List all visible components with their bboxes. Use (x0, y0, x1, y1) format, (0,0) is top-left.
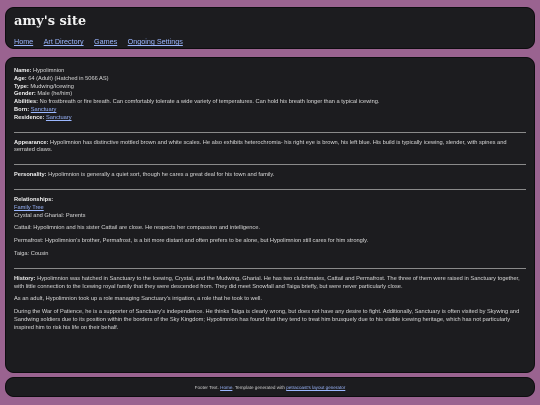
born-link[interactable]: Sanctuary (31, 107, 57, 113)
nav-link-art-directory[interactable]: Art Directory (44, 37, 84, 46)
relationships-label: Relationships: (14, 196, 54, 203)
relationship-taiga: Taiga: Cousin (14, 250, 49, 257)
footer-text: Footer Text. (194, 385, 219, 390)
gender-value: Male (he/him) (37, 91, 73, 98)
personality-section: Personality: Hypolimnion is generally a … (14, 172, 526, 180)
residence-label: Residence: (14, 114, 45, 121)
appearance-label: Appearance: (14, 139, 49, 146)
type-label: Type: (14, 83, 29, 90)
main-nav: Home Art Directory Games Ongoing Setting… (14, 31, 526, 49)
abilities-value: No frostbreath or fire breath. Can comfo… (39, 99, 380, 106)
site-header: amy's site Home Art Directory Games Ongo… (5, 7, 535, 49)
history-label: History: (14, 275, 36, 282)
history-paragraph-1: Hypolimnion was hatched in Sanctuary to … (14, 275, 520, 290)
history-section: History: Hypolimnion was hatched in Sanc… (14, 276, 526, 333)
divider (14, 267, 526, 269)
personality-text: Hypolimnion is generally a quiet sort, t… (48, 172, 275, 179)
appearance-text: Hypolimnion has distinctive mottled brow… (14, 139, 507, 154)
personality-label: Personality: (14, 172, 47, 179)
footer-home-link[interactable]: Home (220, 385, 232, 390)
relationships-section: Relationships: Family Tree Crystal and G… (14, 197, 526, 259)
history-paragraph-3: During the War of Patience, he is a supp… (14, 309, 520, 331)
abilities-label: Abilities: (14, 99, 39, 106)
profile-section: Name: Hypolimnion Age: 64 (Adult) (Hatch… (14, 68, 526, 123)
appearance-section: Appearance: Hypolimnion has distinctive … (14, 140, 526, 156)
site-footer: Footer Text. Home. Template generated wi… (5, 377, 535, 397)
type-value: Mudwing/Icewing (30, 83, 74, 90)
nav-link-ongoing-settings[interactable]: Ongoing Settings (128, 37, 183, 46)
history-paragraph-2: As an adult, Hypolimnion took up a role … (14, 296, 262, 303)
age-label: Age: (14, 75, 27, 82)
family-tree-link[interactable]: Family Tree (14, 205, 526, 213)
name-label: Name: (14, 68, 32, 74)
relationship-cattail: Cattail: Hypolimnion and his sister Catt… (14, 225, 260, 232)
name-value: Hypolimnion (32, 68, 65, 74)
divider (14, 131, 526, 133)
site-title: amy's site (14, 14, 87, 29)
relationship-permafrost: Permafrost: Hypolimnion's brother, Perma… (14, 238, 369, 245)
residence-link[interactable]: Sanctuary (46, 115, 72, 121)
nav-link-games[interactable]: Games (94, 37, 117, 46)
age-value: 64 (Adult) (Hatched in 5066 AS) (28, 75, 109, 82)
footer-middle-text: . Template generated with (232, 385, 285, 390)
gender-label: Gender: (14, 91, 36, 98)
main-content: Name: Hypolimnion Age: 64 (Adult) (Hatch… (5, 57, 535, 373)
relationship-parents: Crystal and Gharial: Parents (14, 212, 86, 219)
footer-generator-link[interactable]: petracoast's layout generator (286, 385, 345, 390)
nav-link-home[interactable]: Home (14, 37, 33, 46)
divider (14, 188, 526, 190)
divider (14, 164, 526, 166)
born-label: Born: (14, 106, 30, 113)
